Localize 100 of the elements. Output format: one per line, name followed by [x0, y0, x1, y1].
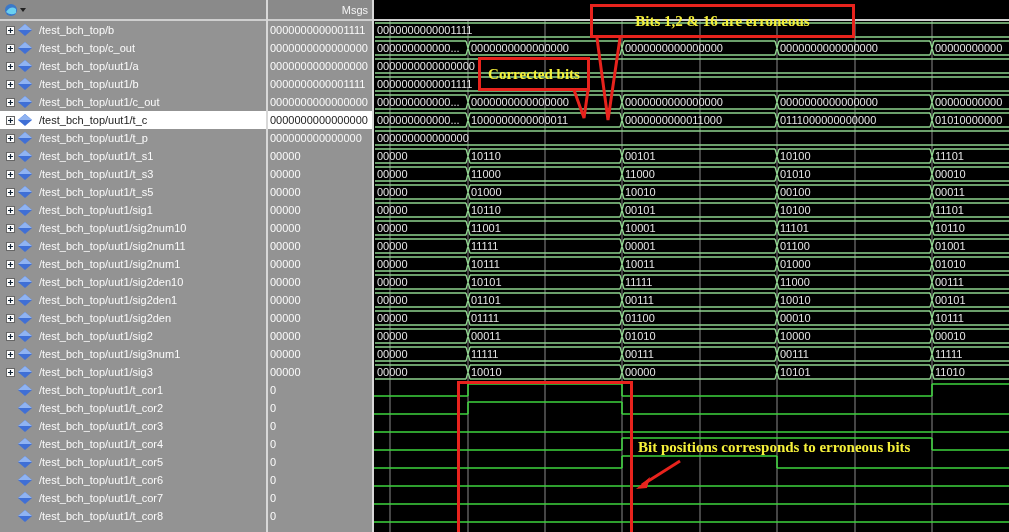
signal-value: 0000000000000000 [269, 96, 368, 108]
expand-icon[interactable] [6, 277, 15, 287]
bus-value: 0000000000011000 [625, 113, 723, 128]
bus-value: 11111 [471, 239, 499, 254]
expand-icon[interactable] [6, 115, 15, 125]
signal-name[interactable]: /test_bch_top/uut1/sig3 [39, 366, 153, 378]
bus-value: 00000 [377, 257, 408, 272]
bus-value: 11111 [935, 347, 963, 362]
signal-name[interactable]: /test_bch_top/uut1/t_s3 [39, 168, 154, 180]
expand-icon[interactable] [6, 187, 15, 197]
bus-value: 00011 [935, 185, 965, 200]
expand-icon[interactable] [6, 97, 15, 107]
bus-value: 000000000000000 [377, 131, 469, 146]
signal-name[interactable]: /test_bch_top/b [39, 24, 115, 36]
signal-value: 0000000000000000 [269, 114, 368, 126]
expand-icon[interactable] [6, 61, 15, 71]
bus-value: 0000000000001111 [377, 77, 473, 92]
bus-value: 000000000000... [377, 95, 460, 110]
bus-value: 10101 [780, 365, 811, 380]
signal-name[interactable]: /test_bch_top/uut1/sig2den1 [39, 294, 178, 306]
bus-value: 00101 [625, 149, 656, 164]
bus-value: 00010 [935, 167, 966, 182]
expand-icon[interactable] [6, 25, 15, 35]
signal-name[interactable]: /test_bch_top/uut1/sig3num1 [39, 348, 181, 360]
signal-name[interactable]: /test_bch_top/uut1/t_cor2 [39, 402, 164, 414]
signal-name[interactable]: /test_bch_top/uut1/t_cor7 [39, 492, 164, 504]
annotation-text: Bit positions corresponds to erroneous bits [638, 439, 911, 456]
bus-value: 00000 [377, 185, 408, 200]
bus-value: 0000000000000000 [377, 59, 475, 74]
signal-name[interactable]: /test_bch_top/c_out [39, 42, 135, 54]
signal-name[interactable]: /test_bch_top/uut1/t_cor4 [39, 438, 164, 450]
expand-icon[interactable] [6, 205, 15, 215]
signal-name[interactable]: /test_bch_top/uut1/sig2den10 [39, 276, 184, 288]
signal-name[interactable]: /test_bch_top/uut1/sig2num11 [39, 240, 186, 252]
signal-value: 0 [269, 492, 277, 504]
bus-value: 11000 [625, 167, 655, 182]
signal-name[interactable]: /test_bch_top/uut1/sig2num1 [39, 258, 181, 270]
bus-value: 00000 [377, 311, 408, 326]
signal-value: 0 [269, 510, 277, 522]
signal-value: 00000 [269, 168, 301, 180]
expand-icon[interactable] [6, 295, 15, 305]
signal-name[interactable]: /test_bch_top/uut1/t_p [39, 132, 148, 144]
expand-icon[interactable] [6, 223, 15, 233]
bus-value: 01111 [471, 311, 500, 326]
expand-icon[interactable] [6, 331, 15, 341]
signal-value: 000000000000000 [269, 132, 362, 144]
expand-icon[interactable] [6, 151, 15, 161]
expand-icon[interactable] [6, 169, 15, 179]
signal-name[interactable]: /test_bch_top/uut1/sig2 [39, 330, 153, 342]
bus-value: 01000 [471, 185, 502, 200]
signal-name[interactable]: /test_bch_top/uut1/a [39, 60, 139, 72]
signal-name[interactable]: /test_bch_top/uut1/t_cor1 [39, 384, 164, 396]
bus-value: 11111 [471, 347, 499, 362]
wave-logo-icon [4, 2, 18, 17]
expand-icon[interactable] [6, 349, 15, 359]
bus-value: 00000 [625, 365, 656, 380]
expand-icon[interactable] [6, 79, 15, 89]
bus-value: 0000000000000000 [471, 41, 569, 56]
expand-icon[interactable] [6, 313, 15, 323]
signal-value: 00000 [269, 312, 301, 324]
bus-value: 00111 [625, 347, 654, 362]
bus-value: 000000000000... [377, 113, 460, 128]
expand-icon[interactable] [6, 367, 15, 377]
bus-value: 00001 [625, 239, 656, 254]
signal-name[interactable]: /test_bch_top/uut1/c_out [39, 96, 160, 108]
signal-value: 00000 [269, 204, 301, 216]
signal-name[interactable]: /test_bch_top/uut1/sig2den [39, 312, 172, 324]
bus-value: 00010 [780, 311, 811, 326]
bus-value: 11000 [471, 167, 501, 182]
signal-name[interactable]: /test_bch_top/uut1/sig2num10 [39, 222, 187, 234]
signal-name[interactable]: /test_bch_top/uut1/t_cor6 [39, 474, 164, 486]
signal-name[interactable]: /test_bch_top/uut1/t_s5 [39, 186, 154, 198]
signal-name[interactable]: /test_bch_top/uut1/t_cor3 [39, 420, 164, 432]
bus-value: 11101 [935, 203, 964, 218]
expand-icon[interactable] [6, 259, 15, 269]
bus-value: 01000 [780, 257, 811, 272]
signal-name[interactable]: /test_bch_top/uut1/b [39, 78, 139, 90]
bus-value: 00100 [780, 185, 811, 200]
signal-value: 00000 [269, 258, 301, 270]
bus-value: 10101 [471, 275, 502, 290]
bus-value: 01100 [625, 311, 655, 326]
bus-value: 10001 [625, 221, 656, 236]
bus-value: 10000 [780, 329, 811, 344]
expand-icon[interactable] [6, 241, 15, 251]
signal-name[interactable]: /test_bch_top/uut1/t_cor8 [39, 510, 164, 522]
bus-value: 11101 [780, 221, 809, 236]
signal-name[interactable]: /test_bch_top/uut1/sig1 [39, 204, 153, 216]
dropdown-caret-icon[interactable] [20, 7, 26, 12]
bus-value: 00000 [377, 347, 408, 362]
expand-icon[interactable] [6, 133, 15, 143]
bus-value: 10011 [625, 257, 655, 272]
expand-icon[interactable] [6, 43, 15, 53]
signal-name[interactable]: /test_bch_top/uut1/t_s1 [39, 150, 154, 162]
bus-value: 01001 [935, 239, 966, 254]
bus-value: 00000 [377, 293, 408, 308]
signal-value: 00000 [269, 150, 301, 162]
signal-name[interactable]: /test_bch_top/uut1/t_cor5 [39, 456, 164, 468]
bus-value: 0000000000000000 [471, 95, 569, 110]
signal-value: 0000000000001111 [269, 24, 366, 36]
bus-value: 00000 [377, 239, 408, 254]
